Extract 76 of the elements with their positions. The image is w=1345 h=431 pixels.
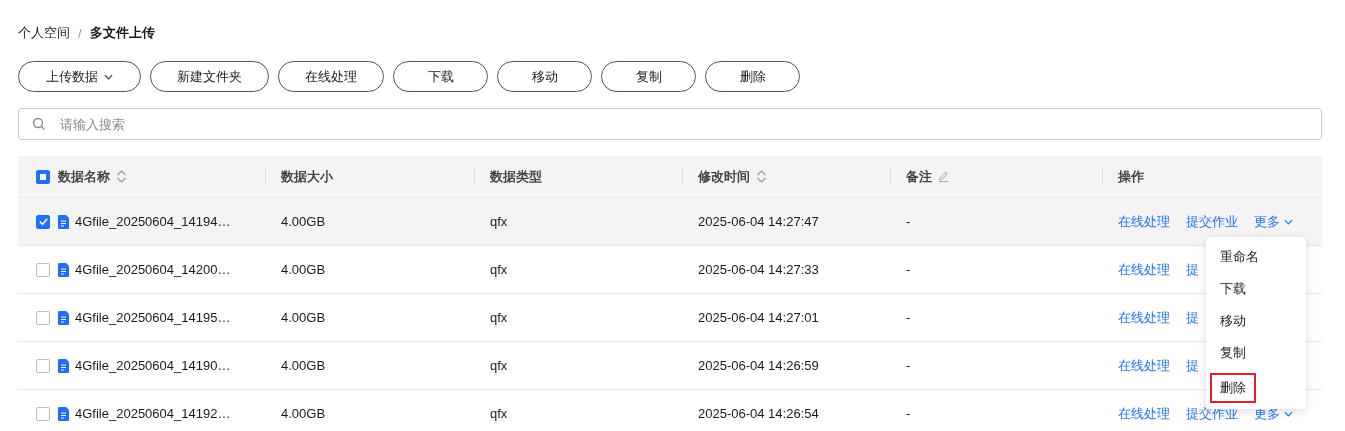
column-header: 数据类型 [490,167,542,186]
check-icon [37,216,49,227]
action-link[interactable]: 在线处理 [1118,356,1170,375]
table-cell: - [906,262,911,277]
action-link[interactable]: 提交作业 [1186,212,1238,231]
action-link[interactable]: 提 [1186,260,1199,279]
toolbar-button[interactable]: 删除 [705,61,800,92]
sort-icon [116,170,127,183]
file-name-link[interactable]: 4Gfile_20250604_14194… [75,214,231,229]
table-cell: 4.00GB [281,358,326,373]
table-cell: qfx [490,310,508,325]
search-field[interactable]: 请输入搜索 [18,108,1322,140]
file-name-link[interactable]: 4Gfile_20250604_14190… [75,358,231,373]
action-link[interactable]: 在线处理 [1118,260,1170,279]
row-checkbox[interactable] [36,214,50,229]
column-header: 数据大小 [281,167,333,186]
menu-item[interactable]: 复制 [1210,341,1256,365]
edit-icon [938,170,949,183]
file-icon [58,310,69,325]
caret-icon [104,73,113,80]
breadcrumb-link[interactable]: 个人空间 [18,24,70,42]
row-checkbox[interactable] [36,406,50,421]
file-icon [58,262,69,277]
table-cell: 4.00GB [281,406,326,421]
table-cell: 4.00GB [281,262,326,277]
table-cell: - [906,214,911,229]
column-header: 备注 [906,167,932,186]
toolbar-button[interactable]: 在线处理 [278,61,384,92]
menu-item[interactable]: 删除 [1210,373,1256,403]
action-link[interactable]: 在线处理 [1118,404,1170,423]
menu-item[interactable]: 移动 [1210,309,1256,333]
file-name-link[interactable]: 4Gfile_20250604_14195… [75,310,231,325]
table-cell: qfx [490,214,508,229]
select-all-checkbox[interactable] [36,169,50,184]
table-cell: 4.00GB [281,214,326,229]
table-cell: 4.00GB [281,310,326,325]
search-icon [32,117,46,131]
menu-item[interactable]: 重命名 [1210,245,1269,269]
sort-icon [756,170,767,183]
table-cell: - [906,406,911,421]
file-icon [58,214,69,229]
table-cell: 2025-06-04 14:27:33 [698,262,819,277]
toolbar-button[interactable]: 移动 [497,61,592,92]
caret-icon [1284,218,1293,225]
action-link[interactable]: 提 [1186,308,1199,327]
column-header: 操作 [1118,167,1144,186]
column-header: 修改时间 [698,167,750,186]
caret-icon [1284,410,1293,417]
dropdown-button[interactable]: 上传数据 [18,61,141,92]
table-cell: qfx [490,262,508,277]
table-row[interactable]: 4Gfile_20250604_14194… 4.00GB qfx 2025-06-04 14:27:47 - 在线处理 提交作业 更多 [18,198,1322,246]
row-checkbox[interactable] [36,358,50,373]
action-link[interactable]: 提 [1186,356,1199,375]
file-name-link[interactable]: 4Gfile_20250604_14200… [75,262,231,277]
table-cell: qfx [490,406,508,421]
toolbar-button[interactable]: 新建文件夹 [150,61,269,92]
breadcrumb-separator: / [78,25,82,41]
file-name-link[interactable]: 4Gfile_20250604_14192… [75,406,231,421]
table-cell: 2025-06-04 14:27:01 [698,310,819,325]
row-checkbox[interactable] [36,310,50,325]
column-header: 数据名称 [58,167,110,186]
current-page-title: 多文件上传 [89,24,155,42]
file-icon [58,358,69,373]
table-cell: - [906,310,911,325]
table-cell: - [906,358,911,373]
more-dropdown-link[interactable]: 更多 [1254,212,1293,231]
table-cell: qfx [490,358,508,373]
table-cell: 2025-06-04 14:27:47 [698,214,819,229]
table-cell: 2025-06-04 14:26:54 [698,406,819,421]
table-cell: 2025-06-04 14:26:59 [698,358,819,373]
toolbar-button[interactable]: 复制 [601,61,696,92]
action-link[interactable]: 在线处理 [1118,308,1170,327]
file-icon [58,406,69,421]
row-checkbox[interactable] [36,262,50,277]
toolbar-button[interactable]: 下载 [393,61,488,92]
action-link[interactable]: 在线处理 [1118,212,1170,231]
